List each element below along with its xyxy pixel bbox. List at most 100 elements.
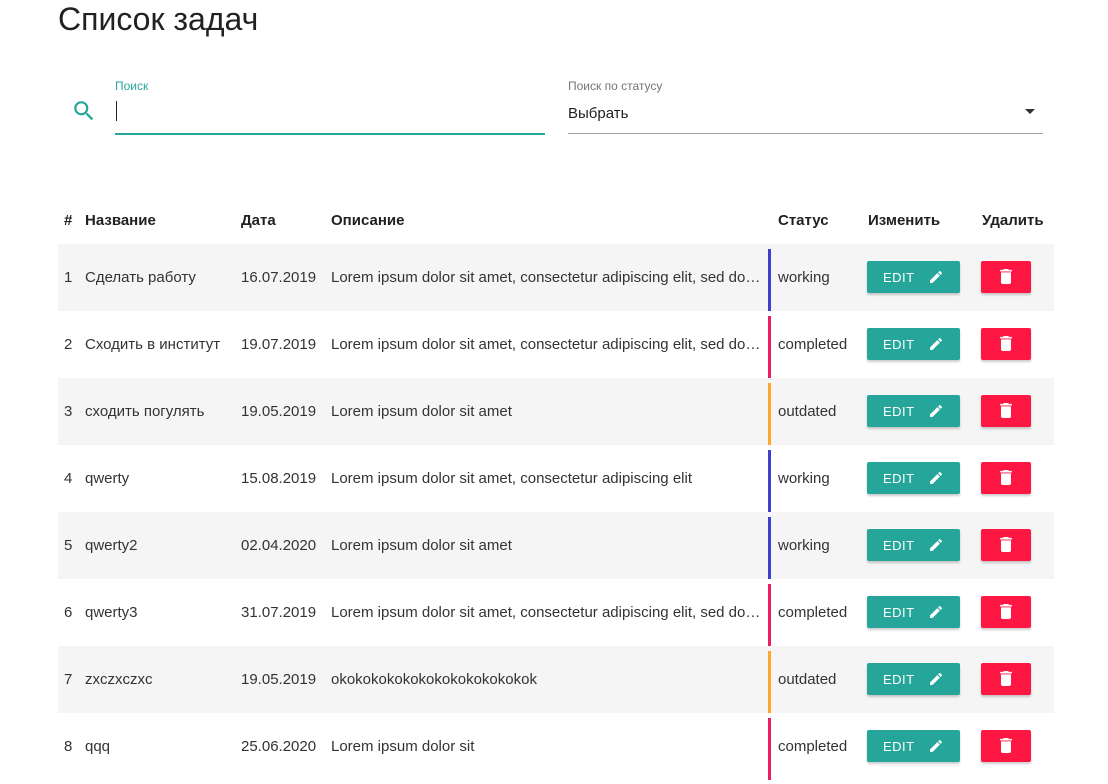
status-indicator — [768, 584, 771, 646]
table-row: 4 qwerty 15.08.2019 Lorem ipsum dolor si… — [58, 445, 1054, 512]
task-description: Lorem ipsum dolor sit amet — [331, 403, 512, 420]
task-name: Сделать работу — [85, 269, 196, 286]
trash-icon — [1000, 671, 1012, 686]
table-body: 1 Сделать работу 16.07.2019 Lorem ipsum … — [58, 244, 1054, 780]
status-indicator — [768, 718, 771, 780]
pencil-icon — [930, 739, 943, 752]
task-status: completed — [778, 604, 848, 621]
header-edit: Изменить — [868, 212, 941, 229]
edit-button[interactable]: EDIT — [867, 596, 960, 628]
table-row: 5 qwerty2 02.04.2020 Lorem ipsum dolor s… — [58, 512, 1054, 579]
delete-button[interactable] — [981, 395, 1031, 427]
search-label: Поиск — [115, 79, 149, 93]
edit-button-label: EDIT — [883, 337, 915, 352]
task-name: qwerty — [85, 470, 130, 487]
task-name: zxczxczxc — [85, 671, 153, 688]
table-row: 1 Сделать работу 16.07.2019 Lorem ipsum … — [58, 244, 1054, 311]
delete-button[interactable] — [981, 529, 1031, 561]
task-name: qqq — [85, 738, 111, 755]
task-description: Lorem ipsum dolor sit amet, consectetur … — [331, 604, 763, 621]
delete-button[interactable] — [981, 663, 1031, 695]
edit-button-label: EDIT — [883, 270, 915, 285]
task-status: completed — [778, 738, 848, 755]
status-indicator — [768, 651, 771, 713]
dropdown-arrow-icon[interactable] — [1025, 109, 1035, 114]
status-filter[interactable]: Поиск по статусу Выбрать — [568, 79, 1043, 136]
row-number: 6 — [64, 604, 73, 621]
table-header: # Название Дата Описание Статус Изменить… — [58, 196, 1054, 244]
trash-icon — [1000, 403, 1012, 418]
edit-button-label: EDIT — [883, 605, 915, 620]
table-row: 8 qqq 25.06.2020 Lorem ipsum dolor sit c… — [58, 713, 1054, 780]
row-number: 1 — [64, 269, 73, 286]
task-date: 02.04.2020 — [241, 537, 317, 554]
header-status: Статус — [778, 212, 829, 229]
task-name: Сходить в институт — [85, 336, 221, 353]
header-description: Описание — [331, 212, 405, 229]
pencil-icon — [930, 404, 943, 417]
delete-button[interactable] — [981, 730, 1031, 762]
delete-button[interactable] — [981, 462, 1031, 494]
trash-icon — [1000, 470, 1012, 485]
pencil-icon — [930, 538, 943, 551]
task-date: 15.08.2019 — [241, 470, 317, 487]
tasks-table: # Название Дата Описание Статус Изменить… — [58, 196, 1054, 780]
task-name: qwerty2 — [85, 537, 138, 554]
delete-button[interactable] — [981, 328, 1031, 360]
status-filter-value[interactable]: Выбрать — [568, 105, 628, 122]
edit-button-label: EDIT — [883, 739, 915, 754]
trash-icon — [1000, 269, 1012, 284]
edit-button-label: EDIT — [883, 672, 915, 687]
task-description: Lorem ipsum dolor sit amet, consectetur … — [331, 336, 763, 353]
header-num: # — [64, 212, 73, 229]
pencil-icon — [930, 672, 943, 685]
pencil-icon — [930, 471, 943, 484]
header-delete: Удалить — [982, 212, 1044, 229]
edit-button-label: EDIT — [883, 404, 915, 419]
task-date: 19.07.2019 — [241, 336, 317, 353]
task-date: 19.05.2019 — [241, 403, 317, 420]
task-status: working — [778, 537, 830, 554]
row-number: 7 — [64, 671, 73, 688]
search-input[interactable] — [115, 103, 545, 135]
task-date: 31.07.2019 — [241, 604, 317, 621]
edit-button[interactable]: EDIT — [867, 395, 960, 427]
task-status: outdated — [778, 403, 837, 420]
row-number: 8 — [64, 738, 73, 755]
edit-button[interactable]: EDIT — [867, 261, 960, 293]
edit-button[interactable]: EDIT — [867, 529, 960, 561]
header-name: Название — [85, 212, 156, 229]
row-number: 2 — [64, 336, 73, 353]
task-status: working — [778, 269, 830, 286]
edit-button[interactable]: EDIT — [867, 730, 960, 762]
table-row: 7 zxczxczxc 19.05.2019 okokokokokokokoko… — [58, 646, 1054, 713]
edit-button[interactable]: EDIT — [867, 462, 960, 494]
row-number: 3 — [64, 403, 73, 420]
status-indicator — [768, 383, 771, 445]
row-number: 5 — [64, 537, 73, 554]
task-date: 19.05.2019 — [241, 671, 317, 688]
page-title: Список задач — [58, 1, 259, 37]
row-number: 4 — [64, 470, 73, 487]
status-filter-label: Поиск по статусу — [568, 79, 663, 93]
delete-button[interactable] — [981, 596, 1031, 628]
trash-icon — [1000, 604, 1012, 619]
table-row: 6 qwerty3 31.07.2019 Lorem ipsum dolor s… — [58, 579, 1054, 646]
task-status: completed — [778, 336, 848, 353]
edit-button-label: EDIT — [883, 471, 915, 486]
search-field: Поиск — [115, 79, 545, 136]
edit-button[interactable]: EDIT — [867, 328, 960, 360]
delete-button[interactable] — [981, 261, 1031, 293]
header-date: Дата — [241, 212, 276, 229]
text-cursor — [116, 101, 117, 121]
task-name: сходить погулять — [85, 403, 205, 420]
status-indicator — [768, 517, 771, 579]
edit-button-label: EDIT — [883, 538, 915, 553]
search-icon — [74, 101, 94, 121]
trash-icon — [1000, 738, 1012, 753]
task-description: Lorem ipsum dolor sit amet, consectetur … — [331, 470, 692, 487]
edit-button[interactable]: EDIT — [867, 663, 960, 695]
trash-icon — [1000, 336, 1012, 351]
status-indicator — [768, 450, 771, 512]
task-name: qwerty3 — [85, 604, 138, 621]
